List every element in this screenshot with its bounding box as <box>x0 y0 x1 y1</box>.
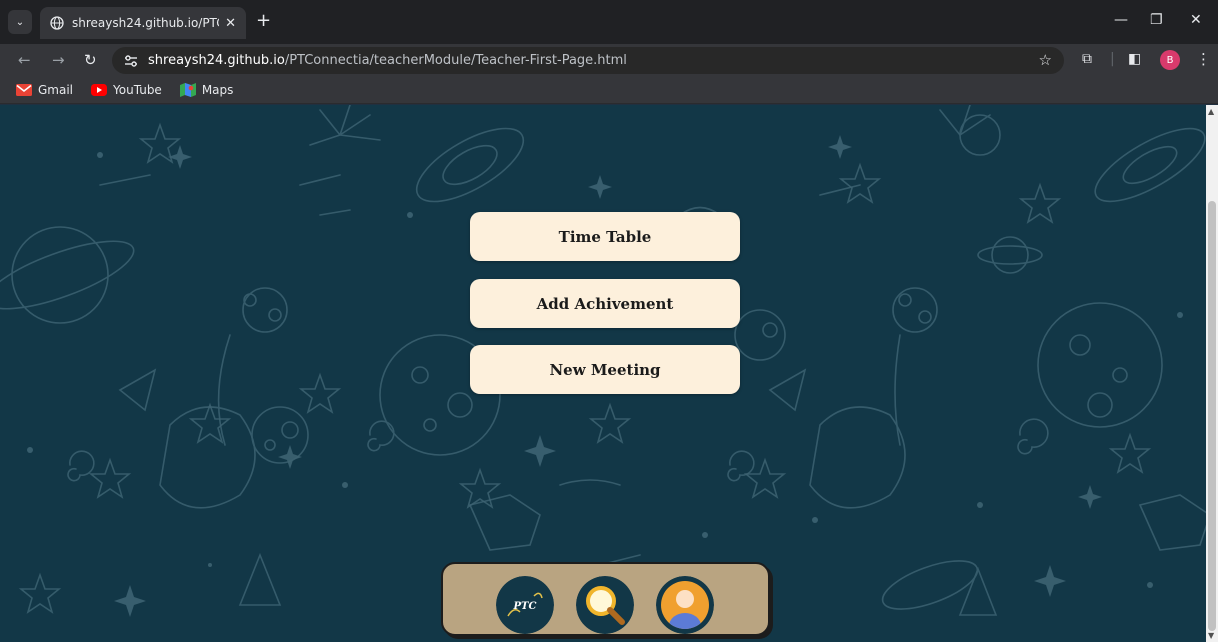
tab-strip: ⌄ shreaysh24.github.io/PTConnec ✕ + — ❐ … <box>0 0 1218 44</box>
gmail-icon <box>16 83 32 96</box>
site-settings-icon[interactable] <box>124 54 138 68</box>
restore-icon[interactable]: ❐ <box>1150 12 1163 28</box>
side-panel-icon[interactable]: ◧ <box>1128 51 1141 67</box>
toolbar-divider: | <box>1110 51 1115 67</box>
time-table-button[interactable]: Time Table <box>470 212 740 261</box>
bookmark-label: Gmail <box>38 82 74 97</box>
url-host: shreaysh24.github.io <box>148 53 285 68</box>
active-tab[interactable]: shreaysh24.github.io/PTConnec ✕ <box>40 7 246 39</box>
magnifier-icon <box>576 576 634 634</box>
reload-icon[interactable]: ↻ <box>84 51 97 69</box>
window-close-icon[interactable]: ✕ <box>1190 12 1202 28</box>
back-icon[interactable]: ← <box>18 51 31 69</box>
new-meeting-button[interactable]: New Meeting <box>470 345 740 394</box>
browser-toolbar: ← → ↻ shreaysh24.github.io/PTConnectia/t… <box>0 44 1218 76</box>
scroll-down-arrow-icon[interactable]: ▼ <box>1208 631 1214 640</box>
chevron-down-icon: ⌄ <box>15 16 25 28</box>
bookmark-label: Maps <box>201 82 234 97</box>
url-text: shreaysh24.github.io/PTConnectia/teacher… <box>148 53 627 68</box>
bookmark-gmail[interactable]: Gmail <box>16 83 73 97</box>
ptc-logo-button[interactable]: PTC <box>496 576 554 634</box>
bookmarks-bar: Gmail YouTube Maps <box>0 76 1218 104</box>
extensions-icon[interactable]: ⧉ <box>1082 51 1092 67</box>
minimize-icon[interactable]: — <box>1114 12 1128 28</box>
page-scrollbar[interactable]: ▲ ▼ <box>1206 105 1218 642</box>
forward-icon[interactable]: → <box>52 51 65 69</box>
address-bar[interactable]: shreaysh24.github.io/PTConnectia/teacher… <box>112 47 1064 74</box>
bookmark-youtube[interactable]: YouTube <box>91 83 162 97</box>
bookmark-maps[interactable]: Maps <box>179 82 234 97</box>
bottom-dock: PTC <box>441 562 770 636</box>
bookmark-label: YouTube <box>113 82 162 97</box>
more-menu-icon[interactable]: ⋮ <box>1196 50 1211 68</box>
tab-search-button[interactable]: ⌄ <box>8 10 32 34</box>
logo-text: PTC <box>513 601 537 612</box>
add-achievement-button[interactable]: Add Achivement <box>470 279 740 328</box>
bookmark-star-icon[interactable]: ☆ <box>1039 51 1052 69</box>
youtube-icon <box>91 83 108 96</box>
search-button[interactable] <box>576 576 634 634</box>
maps-icon <box>179 82 196 97</box>
globe-icon <box>50 16 64 30</box>
scroll-up-arrow-icon[interactable]: ▲ <box>1208 107 1214 116</box>
page-viewport: Time Table Add Achivement New Meeting PT… <box>0 105 1206 642</box>
profile-avatar[interactable]: B <box>1160 50 1180 70</box>
scroll-thumb[interactable] <box>1208 201 1216 631</box>
url-path: /PTConnectia/teacherModule/Teacher-First… <box>284 53 627 68</box>
tab-title: shreaysh24.github.io/PTConnec <box>72 16 219 30</box>
ptc-logo-icon: PTC <box>496 576 554 634</box>
tab-close-icon[interactable]: ✕ <box>225 16 236 31</box>
profile-button[interactable] <box>656 576 714 634</box>
user-avatar-icon <box>656 576 714 634</box>
new-tab-button[interactable]: + <box>256 12 271 30</box>
